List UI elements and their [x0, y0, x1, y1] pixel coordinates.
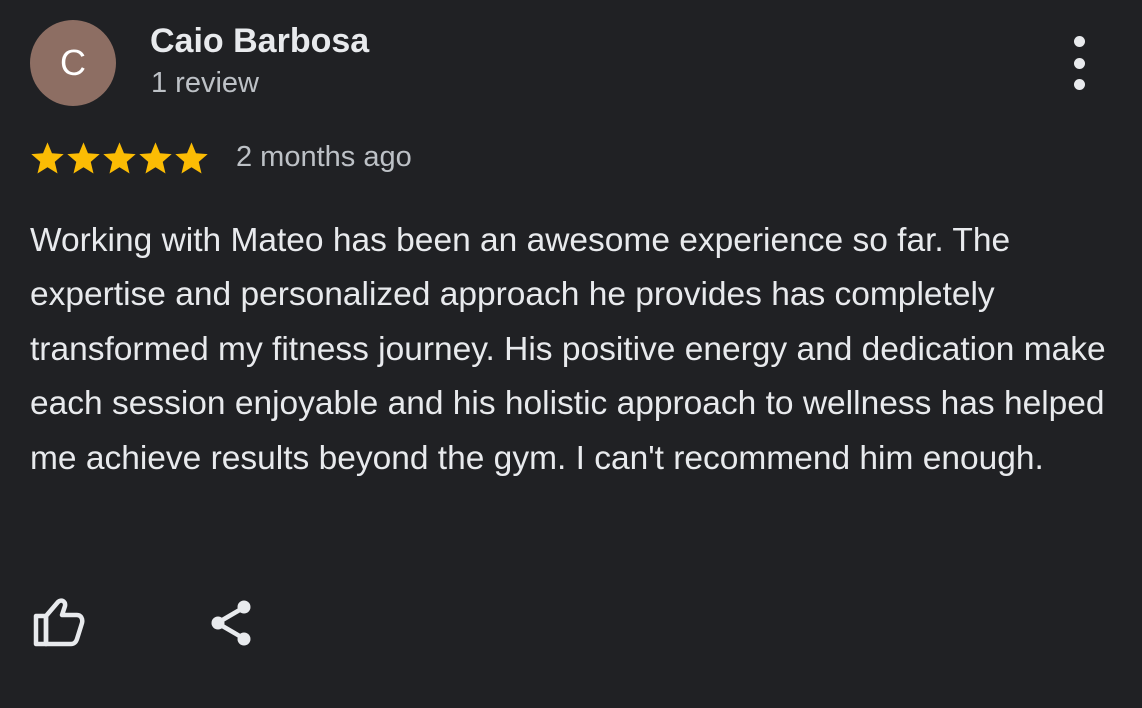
- like-button[interactable]: [30, 594, 88, 652]
- star-icon: [139, 141, 172, 173]
- review-time: 2 months ago: [236, 141, 412, 173]
- star-icon: [103, 141, 136, 173]
- share-icon: [211, 600, 251, 646]
- star-icon: [175, 141, 208, 173]
- thumbs-up-icon: [33, 598, 85, 647]
- star-icon: [67, 141, 100, 173]
- review-card: C Caio Barbosa 1 review 2 months ago Wor…: [0, 0, 1142, 708]
- menu-dot: [1073, 36, 1085, 47]
- menu-dot: [1073, 57, 1085, 69]
- share-button[interactable]: [205, 597, 259, 651]
- reviewer-review-count: 1 review: [151, 67, 259, 99]
- review-text: Working with Mateo has been an awesome e…: [30, 222, 1106, 477]
- star-rating: [29, 139, 209, 177]
- reviewer-name[interactable]: Caio Barbosa: [150, 22, 369, 61]
- more-options-icon[interactable]: [1058, 36, 1100, 90]
- menu-dot: [1073, 79, 1085, 90]
- avatar[interactable]: C: [30, 20, 116, 106]
- star-icon: [31, 141, 64, 173]
